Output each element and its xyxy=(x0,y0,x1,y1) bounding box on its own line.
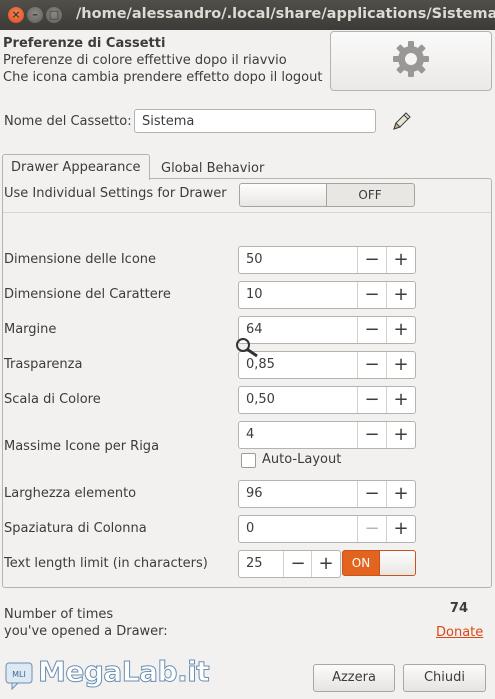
spinner-value[interactable]: 96 xyxy=(246,481,263,507)
drawer-icon-button[interactable] xyxy=(330,31,492,91)
decrement-button[interactable]: − xyxy=(357,481,386,507)
setting-label-item-width: Larghezza elemento xyxy=(4,486,137,501)
watermark-badge-icon: MLI xyxy=(5,662,33,691)
individual-settings-label: Use Individual Settings for Drawer xyxy=(4,186,227,201)
setting-label-color-scale: Scala di Colore xyxy=(4,392,101,407)
gear-icon xyxy=(393,41,429,77)
text-limit-spinner[interactable]: 25 − + xyxy=(238,550,341,578)
spinner-value[interactable]: 4 xyxy=(246,422,254,448)
logout-note: Che icona cambia prendere effetto dopo i… xyxy=(3,70,323,85)
color-scale-spinner[interactable]: 0,50 − + xyxy=(238,386,416,414)
setting-label-icon-size: Dimensione delle Icone xyxy=(4,252,157,267)
increment-button[interactable]: + xyxy=(386,516,415,542)
increment-button[interactable]: + xyxy=(386,317,415,343)
decrement-button[interactable]: − xyxy=(357,247,386,273)
setting-label-column-spacing: Spaziatura di Colonna xyxy=(4,521,147,536)
spinner-value[interactable]: 25 xyxy=(246,551,263,577)
open-count-value: 74 xyxy=(449,601,468,616)
icon-size-spinner[interactable]: 50 − + xyxy=(238,246,416,274)
max-icons-spinner[interactable]: 4 − + xyxy=(238,421,416,449)
donate-link[interactable]: Donate xyxy=(436,625,483,640)
preferences-heading: Preferenze di Cassetti xyxy=(3,36,166,51)
open-count-label-line2: you've opened a Drawer: xyxy=(4,624,168,639)
window-title: /home/alessandro/.local/share/applicatio… xyxy=(76,6,495,22)
transparency-spinner[interactable]: 0,85 − + xyxy=(238,351,416,379)
item-width-spinner[interactable]: 96 − + xyxy=(238,480,416,508)
watermark-text: MegaLab.it xyxy=(37,655,210,689)
decrement-button[interactable]: − xyxy=(357,422,386,448)
increment-button[interactable]: + xyxy=(386,352,415,378)
setting-label-transparency: Trasparenza xyxy=(4,357,83,372)
reset-button[interactable]: Azzera xyxy=(313,664,395,692)
auto-layout-label[interactable]: Auto-Layout xyxy=(262,452,341,467)
open-count-label-line1: Number of times xyxy=(4,607,114,622)
spinner-value[interactable]: 10 xyxy=(246,282,263,308)
setting-label-margin: Margine xyxy=(4,322,57,337)
restart-note: Preferenze di colore effettive dopo il r… xyxy=(3,53,287,68)
increment-button[interactable]: + xyxy=(386,282,415,308)
switch-state: OFF xyxy=(358,188,382,202)
increment-button[interactable]: + xyxy=(386,422,415,448)
decrement-button[interactable]: − xyxy=(357,317,386,343)
zoom-cursor-icon xyxy=(236,338,258,358)
decrement-button[interactable]: − xyxy=(357,282,386,308)
separator xyxy=(3,212,491,213)
text-limit-label: Text length limit (in characters) xyxy=(4,556,208,571)
close-button[interactable]: Chiudi xyxy=(403,664,486,692)
increment-button[interactable]: + xyxy=(311,551,340,577)
increment-button[interactable]: + xyxy=(386,387,415,413)
spinner-value[interactable]: 50 xyxy=(246,247,263,273)
drawer-name-input[interactable]: Sistema xyxy=(134,109,376,133)
drawer-name-label: Nome del Cassetto: xyxy=(4,114,132,129)
watermark-badge-text: MLI xyxy=(12,670,26,679)
decrement-button[interactable]: − xyxy=(357,352,386,378)
individual-settings-switch[interactable]: OFF xyxy=(239,183,415,207)
minimize-window-button[interactable]: – xyxy=(27,7,43,23)
increment-button[interactable]: + xyxy=(386,247,415,273)
increment-button[interactable]: + xyxy=(386,481,415,507)
pencil-icon[interactable] xyxy=(389,110,413,134)
font-size-spinner[interactable]: 10 − + xyxy=(238,281,416,309)
spinner-value[interactable]: 0 xyxy=(246,516,254,542)
margin-spinner[interactable]: 64 − + xyxy=(238,316,416,344)
close-window-button[interactable]: × xyxy=(8,7,24,23)
decrement-button[interactable]: − xyxy=(357,516,386,542)
switch-knob xyxy=(379,551,415,575)
column-spacing-spinner[interactable]: 0 − + xyxy=(238,515,416,543)
spinner-value[interactable]: 0,50 xyxy=(246,387,275,413)
maximize-window-button[interactable]: □ xyxy=(46,7,62,23)
setting-label-max-icons: Massime Icone per Riga xyxy=(4,439,160,454)
switch-knob xyxy=(240,184,327,206)
setting-label-font-size: Dimensione del Carattere xyxy=(4,287,171,302)
switch-state: ON xyxy=(351,556,371,570)
auto-layout-checkbox[interactable] xyxy=(241,453,256,468)
window-titlebar[interactable]: × – □ /home/alessandro/.local/share/appl… xyxy=(0,0,495,30)
text-limit-switch[interactable]: ON xyxy=(342,550,416,576)
decrement-button[interactable]: − xyxy=(357,387,386,413)
tab-drawer-appearance[interactable]: Drawer Appearance xyxy=(2,154,150,180)
decrement-button[interactable]: − xyxy=(283,551,312,577)
